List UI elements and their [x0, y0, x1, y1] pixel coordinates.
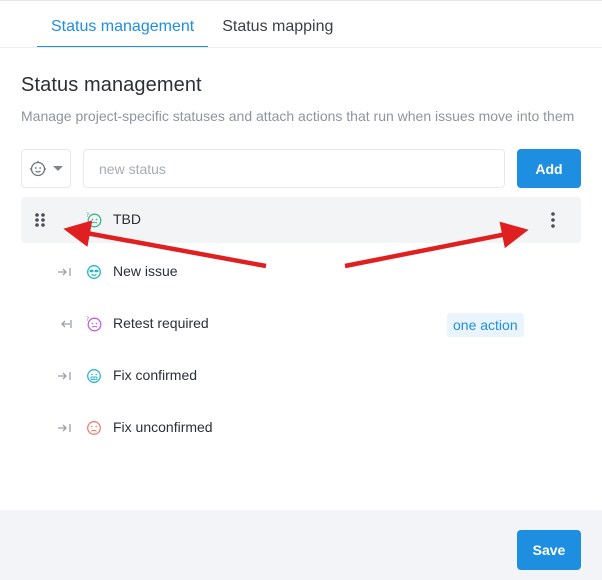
grimace-face-icon — [87, 369, 101, 383]
status-row-fix-unconfirmed[interactable]: Fix unconfirmed — [21, 405, 581, 451]
status-label: Fix confirmed — [113, 367, 198, 383]
sad-face-icon — [87, 421, 101, 435]
page-title: Status management — [21, 74, 202, 96]
status-label: New issue — [113, 263, 178, 279]
sunglasses-face-icon — [87, 265, 101, 279]
new-status-input[interactable] — [83, 149, 505, 188]
tab-divider — [0, 47, 602, 48]
tab-bar: Status management Status mapping — [37, 8, 348, 48]
status-row-retest-required[interactable]: ? Retest required one action — [21, 301, 581, 347]
confused-face-icon: ? — [86, 212, 102, 228]
transition-in-icon — [58, 372, 71, 380]
tab-status-management[interactable]: Status management — [37, 8, 209, 48]
save-button[interactable]: Save — [517, 530, 581, 570]
drag-handle-icon[interactable] — [34, 212, 46, 228]
smiley-icon — [29, 160, 47, 176]
more-options-icon[interactable] — [549, 211, 557, 229]
status-row-new-issue[interactable]: New issue — [21, 249, 581, 295]
status-label: TBD — [113, 211, 141, 227]
status-label: Retest required — [113, 315, 209, 331]
svg-text:?: ? — [86, 212, 89, 219]
status-icon-picker[interactable] — [21, 149, 71, 188]
transition-in-icon — [58, 424, 71, 432]
tab-status-mapping[interactable]: Status mapping — [208, 8, 348, 48]
top-border — [0, 0, 602, 1]
chevron-down-icon — [53, 166, 63, 171]
action-count-badge[interactable]: one action — [447, 313, 524, 337]
footer-bar — [0, 510, 602, 580]
transition-in-icon — [58, 268, 71, 276]
confused-face-icon: ? — [86, 316, 102, 332]
status-label: Fix unconfirmed — [113, 419, 213, 435]
page-subtitle: Manage project-specific statuses and att… — [21, 108, 575, 124]
status-row-tbd[interactable]: ? TBD — [21, 197, 581, 243]
transition-back-icon — [61, 320, 72, 328]
svg-text:?: ? — [86, 316, 89, 323]
status-row-fix-confirmed[interactable]: Fix confirmed — [21, 353, 581, 399]
add-status-button[interactable]: Add — [517, 149, 581, 188]
